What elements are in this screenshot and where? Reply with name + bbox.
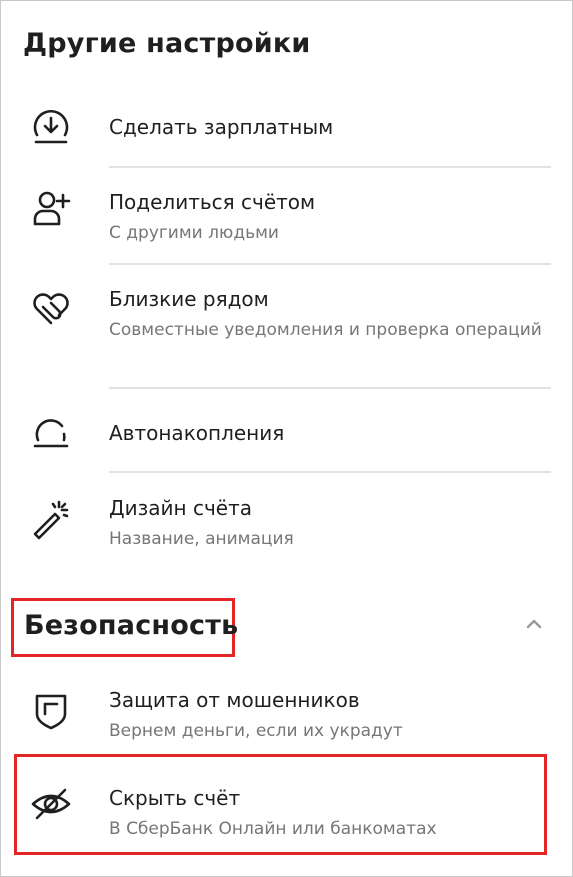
menu-item-account-design[interactable]: Дизайн счёта Название, анимация bbox=[1, 481, 573, 567]
chevron-up-icon[interactable] bbox=[523, 613, 545, 635]
menu-item-subtitle: Вернем деньги, если их украдут bbox=[109, 721, 403, 741]
menu-item-auto-savings[interactable]: Автонакопления bbox=[1, 397, 573, 471]
menu-item-hide-account[interactable]: Скрыть счёт В СберБанк Онлайн или банком… bbox=[1, 771, 573, 851]
menu-item-subtitle: Название, анимация bbox=[109, 529, 294, 549]
menu-item-label: Сделать зарплатным bbox=[109, 115, 334, 139]
menu-item-label: Дизайн счёта bbox=[109, 496, 252, 520]
menu-item-make-salary[interactable]: Сделать зарплатным bbox=[1, 99, 573, 165]
divider bbox=[109, 387, 551, 389]
divider bbox=[109, 471, 551, 473]
menu-item-subtitle: В СберБанк Онлайн или банкоматах bbox=[109, 819, 437, 839]
section-title-other-settings: Другие настройки bbox=[23, 28, 311, 59]
menu-item-label: Близкие рядом bbox=[109, 287, 269, 311]
linked-hearts-icon bbox=[28, 284, 74, 330]
magic-wand-icon bbox=[28, 495, 74, 541]
divider bbox=[109, 166, 551, 168]
menu-item-fraud-protection[interactable]: Защита от мошенников Вернем деньги, если… bbox=[1, 673, 573, 753]
menu-item-subtitle: С другими людьми bbox=[109, 223, 279, 243]
menu-item-subtitle: Совместные уведомления и проверка операц… bbox=[109, 320, 542, 340]
shield-icon bbox=[28, 687, 74, 733]
divider bbox=[109, 263, 551, 265]
eye-off-icon bbox=[28, 781, 74, 827]
menu-item-label: Автонакопления bbox=[109, 421, 285, 445]
download-circle-icon bbox=[28, 104, 74, 150]
menu-item-label: Поделиться счётом bbox=[109, 190, 316, 214]
gauge-icon bbox=[28, 407, 74, 453]
menu-item-close-ones[interactable]: Близкие рядом Совместные уведомления и п… bbox=[1, 272, 573, 386]
menu-item-label: Защита от мошенников bbox=[109, 688, 360, 712]
section-title-security: Безопасность bbox=[24, 610, 239, 641]
menu-item-label: Скрыть счёт bbox=[109, 786, 241, 810]
add-person-icon bbox=[28, 185, 74, 231]
menu-item-share-account[interactable]: Поделиться счётом С другими людьми bbox=[1, 175, 573, 263]
